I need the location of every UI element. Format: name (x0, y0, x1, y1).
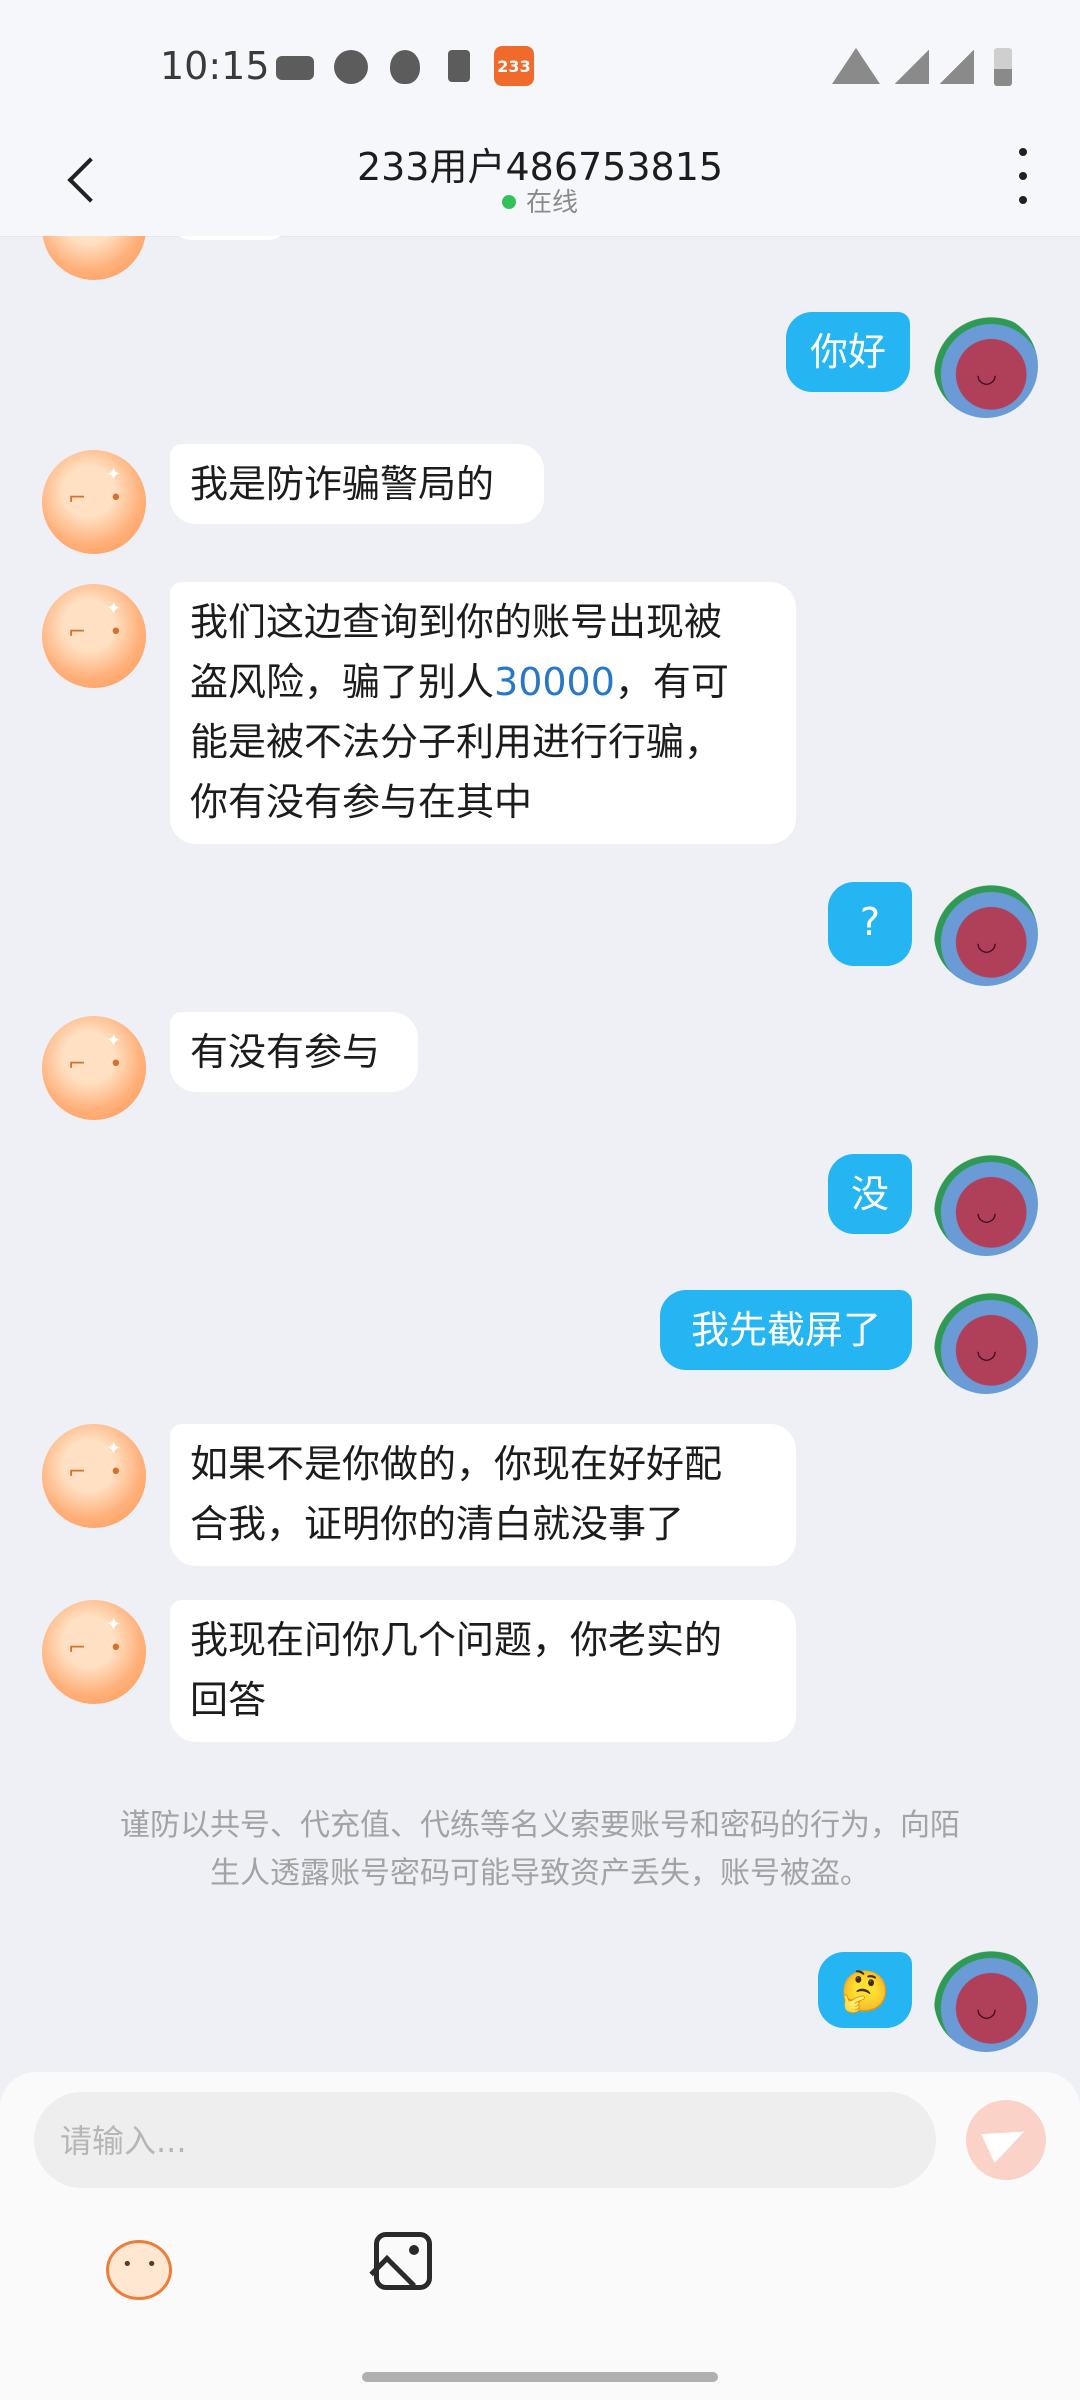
online-dot-icon (501, 195, 516, 209)
status-bar: 10:15 233 (0, 0, 1080, 136)
message-line: 能是被不法分子利用进行行骗， (190, 720, 723, 764)
message-list[interactable]: 你好 我是防诈骗警局的 我们这边查询到你的账号出现被 盗风险，骗了别人30000… (0, 236, 1080, 2072)
emoji-mascot-icon[interactable] (96, 2230, 176, 2300)
user-avatar[interactable] (934, 1152, 1038, 1256)
more-options-button[interactable] (1008, 144, 1038, 208)
bot-avatar[interactable] (42, 1600, 146, 1704)
message-line: 回答 (190, 1678, 267, 1722)
bot-avatar[interactable] (42, 1424, 146, 1528)
status-time: 10:15 (160, 44, 270, 88)
message-text: ，有可 (614, 660, 729, 704)
bot-avatar[interactable] (42, 236, 146, 280)
gamepad-icon (276, 56, 314, 80)
message-bubble-outgoing[interactable]: 我先截屏了 (660, 1290, 912, 1370)
message-bubble-outgoing[interactable]: 没 (828, 1154, 912, 1234)
message-bubble-outgoing[interactable]: ? (828, 882, 912, 966)
dot-icon (1019, 172, 1027, 180)
message-line: 我们这边查询到你的账号出现被 (190, 600, 723, 644)
security-notice-line: 谨防以共号、代充值、代练等名义索要账号和密码的行为，向陌 (120, 1808, 960, 1843)
input-bar (0, 2072, 1080, 2400)
home-indicator[interactable] (362, 2372, 718, 2382)
message-bubble-incoming[interactable]: 我们这边查询到你的账号出现被 盗风险，骗了别人30000，有可 能是被不法分子利… (170, 582, 796, 844)
highlighted-number: 30000 (494, 660, 615, 704)
message-input-container[interactable] (34, 2092, 936, 2190)
image-picker-icon[interactable] (374, 2232, 432, 2290)
message-bubble-outgoing[interactable]: 🤔 (818, 1952, 912, 2028)
message-bubble-incoming[interactable]: 有没有参与 (170, 1012, 418, 1092)
message-input[interactable] (58, 2092, 912, 2190)
shield-icon (390, 50, 420, 84)
message-line: 合我，证明你的清白就没事了 (190, 1502, 685, 1546)
dot-icon (1019, 148, 1027, 156)
bot-avatar[interactable] (42, 584, 146, 688)
message-line: 盗风险，骗了别人30000，有可 (190, 652, 776, 712)
message-line: 你有没有参与在其中 (190, 780, 533, 824)
bot-avatar[interactable] (42, 1016, 146, 1120)
online-status-text: 在线 (525, 188, 578, 218)
app-233-icon: 233 (494, 46, 534, 86)
signal-icon (895, 50, 929, 84)
message-line: 如果不是你做的，你现在好好配 (190, 1442, 723, 1486)
message-bubble-incoming[interactable]: 我是防诈骗警局的 (170, 444, 544, 524)
user-avatar[interactable] (934, 314, 1038, 418)
message-line: 我现在问你几个问题，你老实的 (190, 1618, 723, 1662)
security-notice: 谨防以共号、代充值、代练等名义索要账号和密码的行为，向陌 生人透露账号密码可能导… (90, 1802, 990, 1898)
face-icon (334, 50, 368, 84)
download-icon (448, 50, 470, 82)
bot-avatar[interactable] (42, 450, 146, 554)
chat-header: 233用户486753815 在线 (0, 136, 1080, 237)
message-text: 盗风险，骗了别人 (190, 660, 495, 704)
message-bubble-outgoing[interactable]: 你好 (786, 312, 910, 392)
wifi-icon (832, 48, 880, 84)
user-avatar[interactable] (934, 1290, 1038, 1394)
message-bubble-partial (170, 236, 290, 240)
user-avatar[interactable] (934, 1948, 1038, 2052)
message-bubble-incoming[interactable]: 我现在问你几个问题，你老实的 回答 (170, 1600, 796, 1742)
dot-icon (1019, 196, 1027, 204)
security-notice-line: 生人透露账号密码可能导致资产丢失，账号被盗。 (210, 1856, 870, 1891)
signal-x-icon (940, 50, 974, 84)
battery-icon (994, 48, 1012, 86)
message-bubble-incoming[interactable]: 如果不是你做的，你现在好好配 合我，证明你的清白就没事了 (170, 1424, 796, 1566)
online-status: 在线 (0, 182, 1080, 219)
send-button[interactable] (966, 2100, 1046, 2180)
user-avatar[interactable] (934, 882, 1038, 986)
